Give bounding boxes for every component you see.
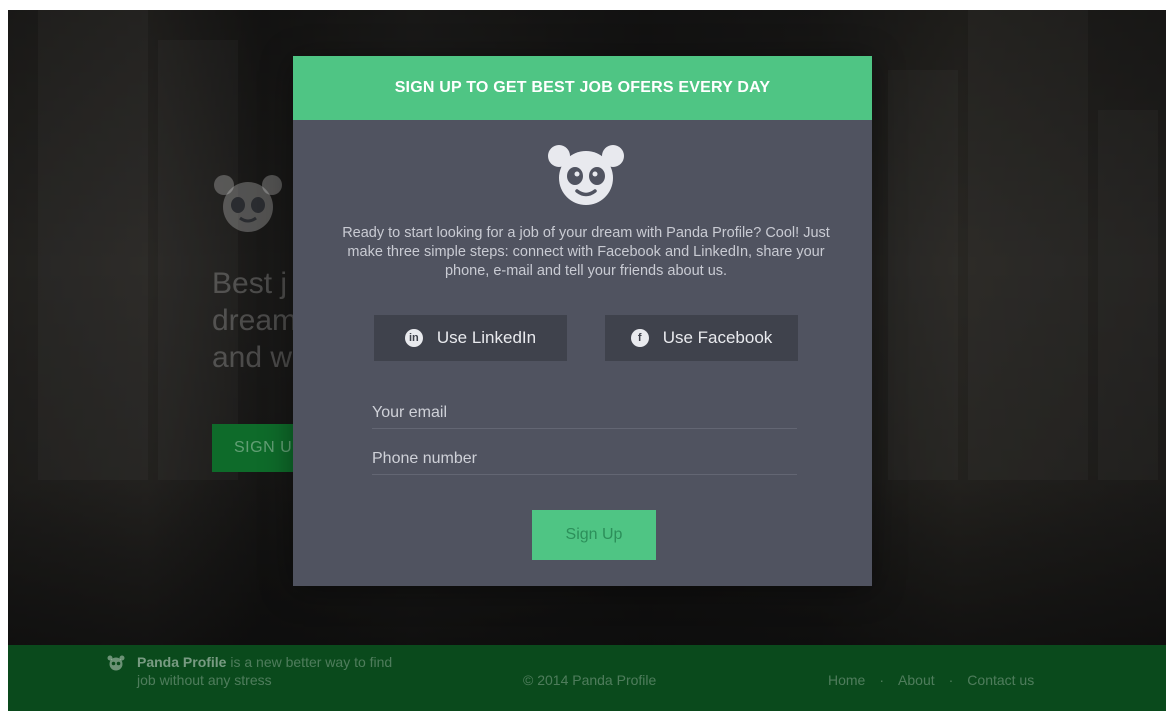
footer: Panda Profile is a new better way to fin… (8, 645, 1166, 711)
linkedin-button[interactable]: in Use LinkedIn (374, 315, 567, 361)
phone-field[interactable] (372, 444, 797, 475)
footer-link-about[interactable]: About (898, 672, 935, 688)
footer-copyright: © 2014 Panda Profile (523, 672, 657, 688)
signup-modal: SIGN UP TO GET BEST JOB OFERS EVERY DAY … (293, 56, 872, 586)
footer-tagline: Panda Profile is a new better way to fin… (137, 653, 397, 689)
email-field[interactable] (372, 398, 797, 429)
facebook-button-label: Use Facebook (662, 328, 773, 347)
panda-icon (214, 175, 282, 232)
footer-link-home[interactable]: Home (828, 672, 865, 688)
page: Best j dream and w SIGN U Panda Profile … (8, 10, 1166, 711)
facebook-icon: f (630, 329, 649, 347)
linkedin-button-label: Use LinkedIn (436, 328, 537, 347)
footer-brand-name[interactable]: Panda Profile (137, 654, 226, 670)
signup-button[interactable]: Sign Up (532, 510, 656, 560)
panda-icon (107, 655, 125, 671)
modal-description: Ready to start looking for a job of your… (342, 225, 830, 279)
panda-icon (548, 145, 624, 205)
modal-header: SIGN UP TO GET BEST JOB OFERS EVERY DAY (293, 56, 872, 120)
footer-separator: · (879, 672, 885, 688)
footer-link-contact[interactable]: Contact us (967, 672, 1034, 688)
linkedin-icon: in (404, 329, 423, 347)
facebook-button[interactable]: f Use Facebook (605, 315, 798, 361)
footer-nav: Home · About · Contact us (828, 672, 1034, 688)
footer-separator: · (948, 672, 954, 688)
